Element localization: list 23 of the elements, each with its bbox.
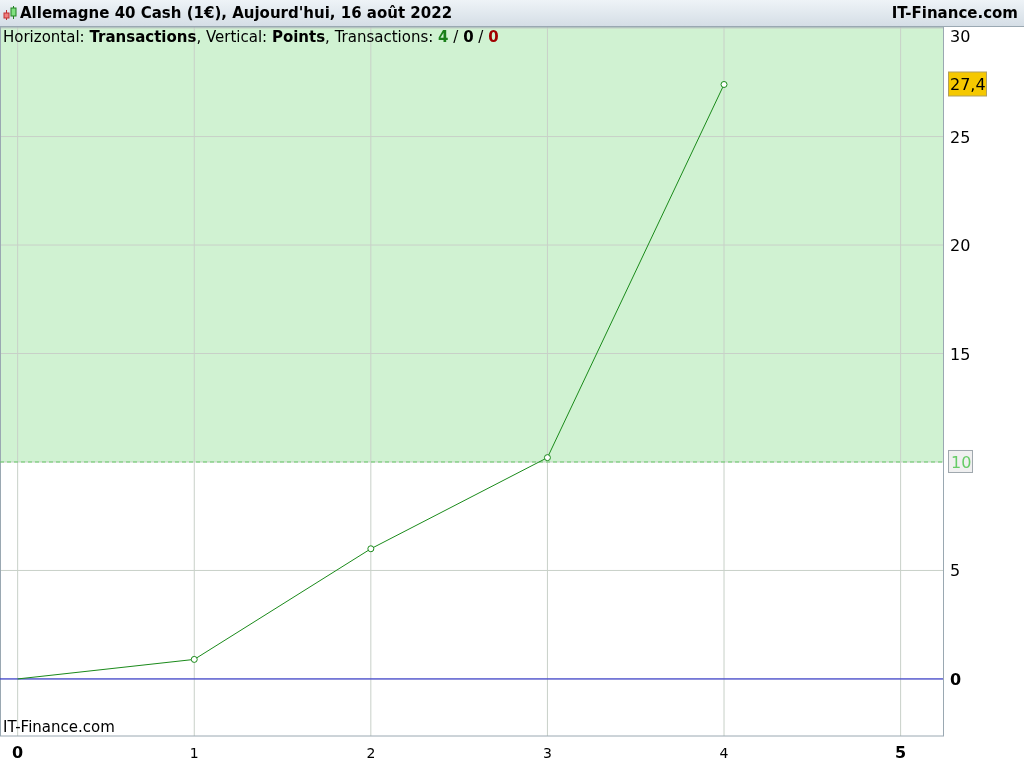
- y-tick-label: 5: [950, 561, 961, 581]
- y-tick-label: 25: [950, 127, 971, 147]
- chart-title: Allemagne 40 Cash (1€), Aujourd'hui, 16 août 2022: [20, 4, 453, 22]
- x-tick-label: 2: [366, 745, 376, 761]
- y-tick-label: 15: [950, 344, 971, 364]
- x-tick-label: 5: [895, 743, 907, 762]
- y-tick-label: 30: [950, 27, 971, 47]
- y-tick-label: 20: [950, 236, 971, 256]
- value-badge: 27,4: [948, 71, 987, 97]
- x-tick-label: 1: [189, 745, 199, 761]
- watermark-label: IT-Finance.com: [3, 718, 115, 736]
- x-tick-label: 3: [542, 745, 552, 761]
- candlestick-icon: [3, 5, 17, 21]
- data-point: [367, 545, 375, 553]
- x-tick-label: 4: [719, 745, 729, 761]
- y-tick-label: 0: [950, 669, 962, 689]
- data-point: [720, 81, 728, 88]
- chart-subtitle: Horizontal: Transactions, Vertical: Points, Transactions: 4 / 0 / 0: [3, 28, 499, 46]
- x-tick-label: 0: [12, 743, 24, 762]
- data-point: [543, 454, 551, 462]
- threshold-label: 10: [948, 450, 973, 473]
- brand-label: IT-Finance.com: [891, 4, 1018, 22]
- data-point: [190, 655, 198, 663]
